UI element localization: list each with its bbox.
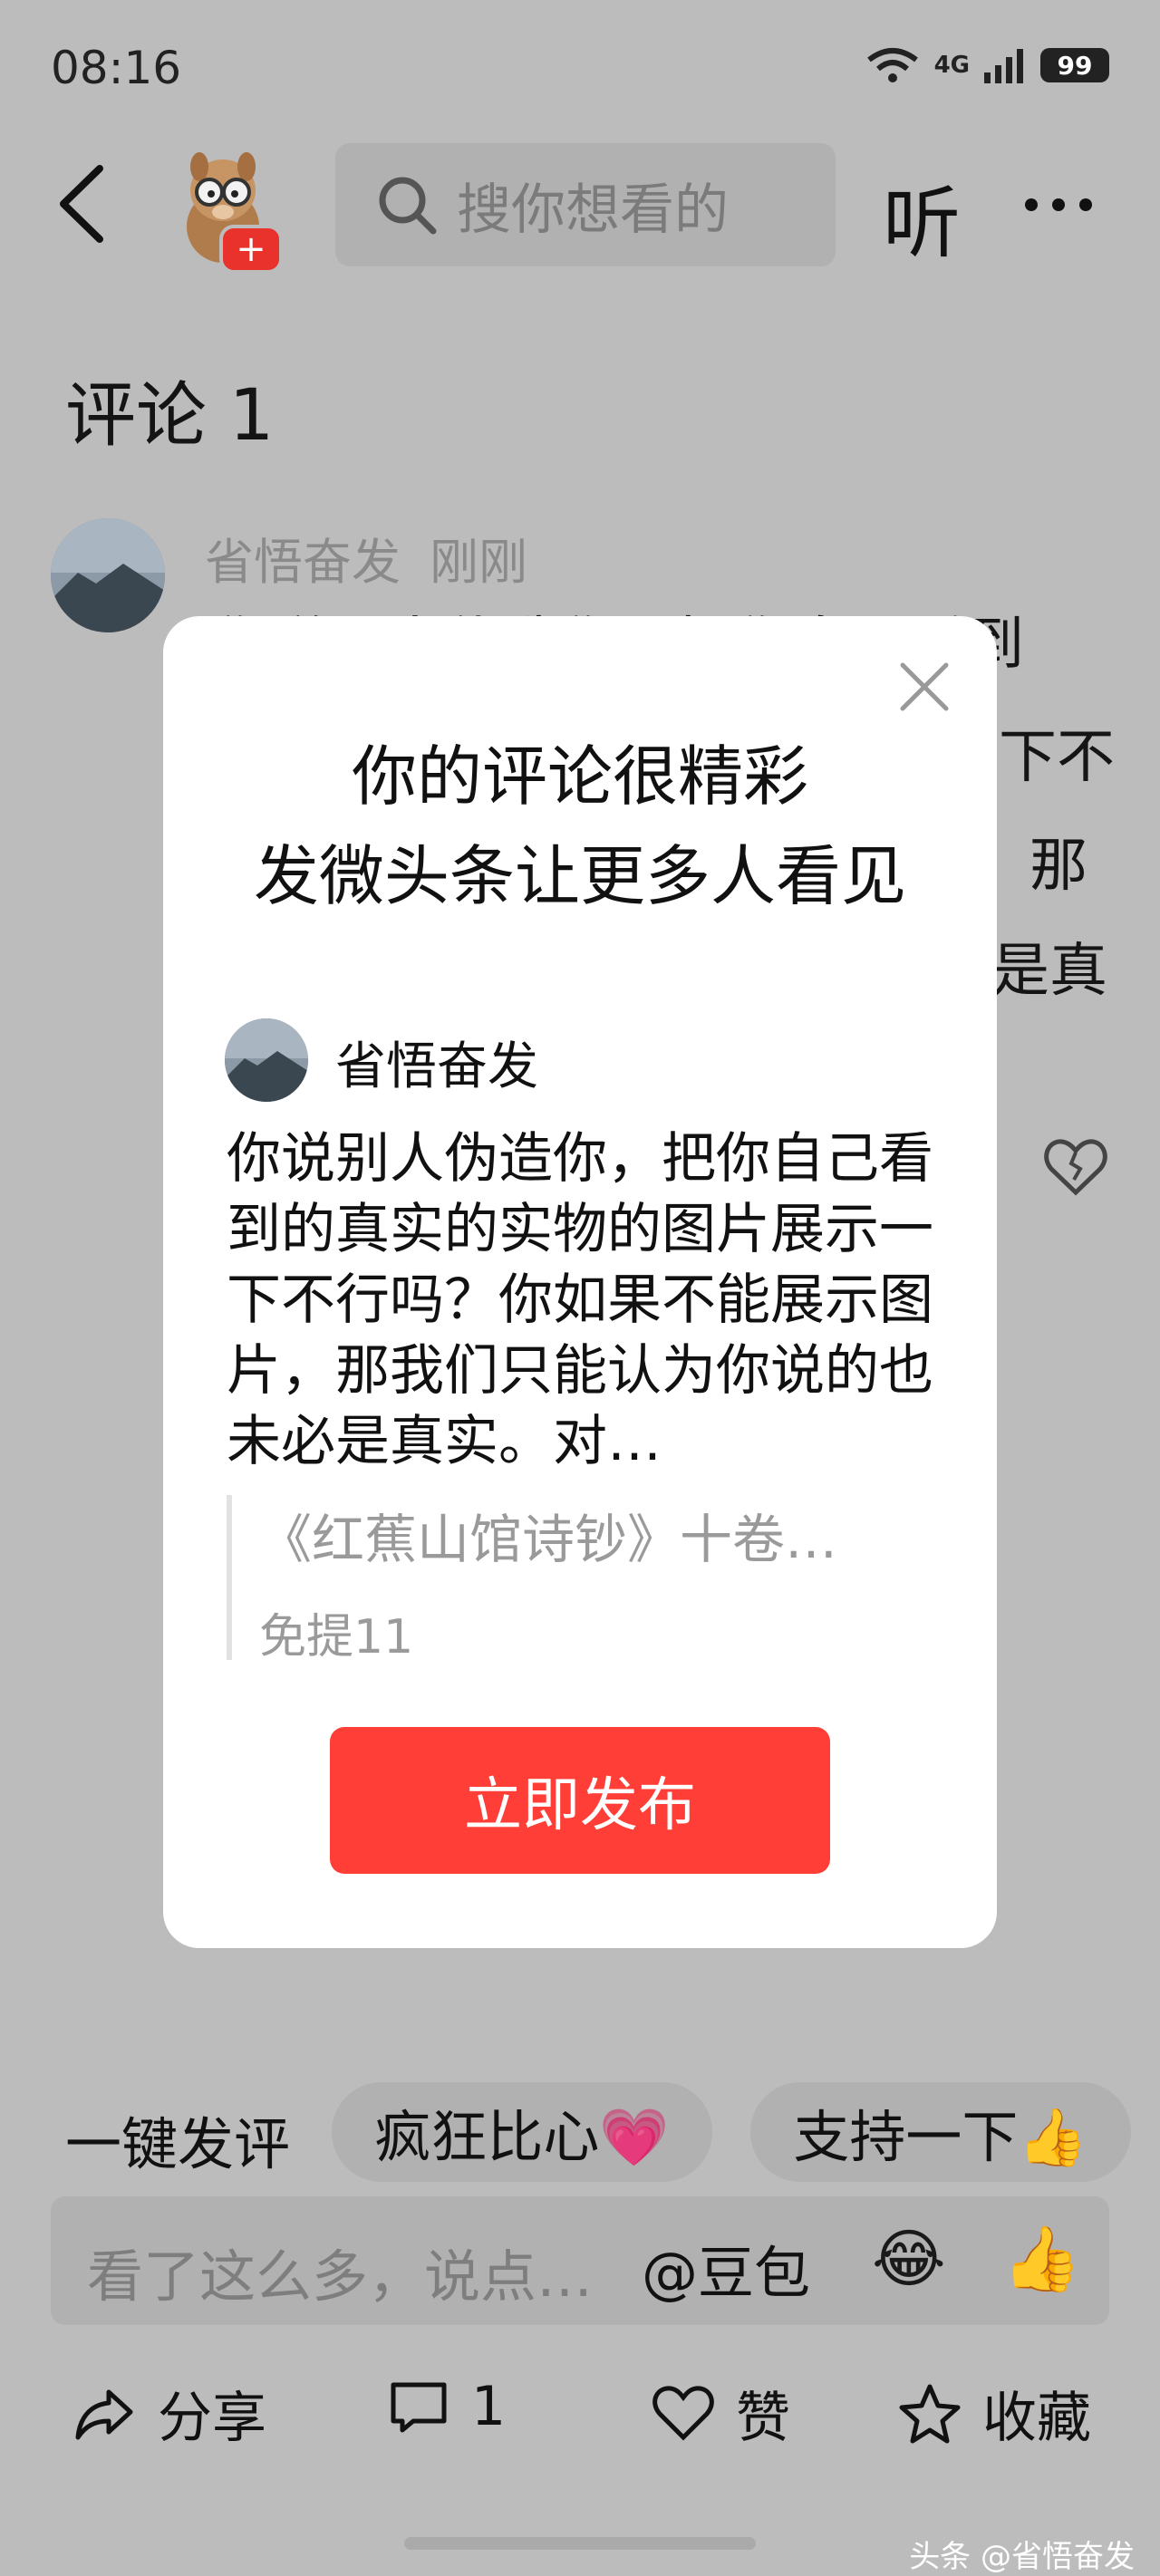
quote-divider (227, 1495, 232, 1660)
back-icon[interactable] (54, 163, 109, 245)
share-button[interactable]: 分享 (72, 2374, 266, 2453)
comment-count-button[interactable]: 1 (386, 2374, 506, 2439)
dialog-title-line1: 你的评论很精彩 (351, 738, 808, 815)
heart-icon (652, 2385, 714, 2441)
like-button[interactable]: 赞 (651, 2374, 790, 2453)
status-icons: 4G 99 (864, 47, 1109, 83)
close-icon[interactable] (899, 661, 950, 712)
comment-input[interactable]: 看了这么多，说点… @豆包 😂 👍 (51, 2196, 1109, 2325)
comment-author[interactable]: 省悟奋发 (205, 522, 401, 593)
quick-reply-chip[interactable]: 疯狂比心💗 (332, 2082, 712, 2182)
status-time: 08:16 (51, 42, 182, 94)
comment-text-fragment: 是真 (991, 938, 1107, 1005)
dialog-author: 省悟奋发 (335, 1037, 538, 1096)
quote-title: 《红蕉山馆诗钞》十卷… (259, 1509, 838, 1570)
favorite-label: 收藏 (982, 2387, 1091, 2450)
publish-button[interactable]: 立即发布 (330, 1727, 830, 1874)
comment-count: 1 (471, 2375, 507, 2438)
listen-button[interactable]: 听 (883, 159, 961, 273)
follow-plus-badge[interactable]: + (219, 225, 283, 274)
promo-dialog: 你的评论很精彩 发微头条让更多人看见 省悟奋发 你说别人伪造你，把你自己看到的真… (163, 616, 997, 1948)
favorite-button[interactable]: 收藏 (897, 2374, 1091, 2453)
comment-text-fragment: 那 (1030, 833, 1088, 900)
star-icon (899, 2384, 961, 2443)
comment-input-placeholder: 看了这么多，说点… (87, 2243, 594, 2310)
network-label: 4G (933, 52, 970, 79)
comment-text-fragment: 下不 (999, 724, 1115, 791)
search-placeholder: 搜你想看的 (457, 178, 729, 242)
quick-reply-label: 一键发评 (65, 2111, 291, 2177)
dialog-avatar (225, 1018, 308, 1102)
like-label: 赞 (736, 2387, 790, 2450)
search-icon (379, 177, 437, 235)
comment-icon (391, 2382, 447, 2433)
signal-icon (984, 49, 1023, 83)
share-icon (75, 2389, 133, 2439)
dislike-heart-icon[interactable] (1044, 1138, 1107, 1196)
watermark: 头条 @省悟奋发 (909, 2539, 1135, 2575)
wifi-icon (866, 48, 918, 82)
comment-avatar[interactable] (51, 518, 165, 632)
comment-time: 刚刚 (430, 534, 527, 591)
search-bar[interactable]: 搜你想看的 (335, 143, 836, 266)
user-avatar-mascot[interactable]: + (160, 143, 286, 274)
more-icon[interactable] (1022, 178, 1095, 232)
emoji-laugh-button[interactable]: 😂 (872, 2222, 946, 2296)
quick-reply-chip[interactable]: 支持一下👍 (750, 2082, 1131, 2182)
dialog-comment-text: 你说别人伪造你，把你自己看到的真实的实物的图片展示一下不行吗？你如果不能展示图片… (227, 1127, 933, 1473)
share-label: 分享 (158, 2387, 266, 2450)
home-indicator (404, 2537, 756, 2550)
quote-subtitle: 免提11 (259, 1610, 414, 1664)
comments-title: 评论 1 (65, 375, 275, 457)
emoji-thumbs-up-button[interactable]: 👍 (1002, 2222, 1081, 2297)
mention-doubao-button[interactable]: @豆包 (642, 2227, 810, 2309)
dialog-title-line2: 发微头条让更多人看见 (253, 838, 906, 914)
battery-indicator: 99 (1040, 48, 1109, 82)
